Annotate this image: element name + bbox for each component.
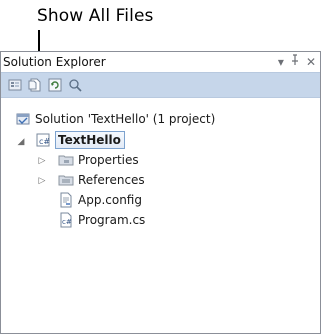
solution-tree: Solution 'TextHello' (1 project) ◢ c# Te… [1,102,320,333]
collapse-arrow-icon[interactable]: ◢ [16,137,26,147]
show-all-files-icon [28,78,41,92]
program-cs-label: Program.cs [78,213,146,227]
app-config-label: App.config [78,193,142,207]
tree-item-properties[interactable]: Properties [58,151,139,169]
properties-icon [8,79,22,91]
tree-item-app-config[interactable]: App.config [58,191,142,209]
solution-explorer-panel: Solution Explorer ▾ ✕ Solution 'TextHell… [0,51,321,334]
references-folder-icon [58,172,74,188]
panel-title-controls: ▾ ✕ [278,54,316,69]
solution-icon [15,111,31,127]
refresh-button[interactable] [47,77,63,93]
panel-toolbar [1,72,320,98]
properties-label: Properties [78,153,139,167]
dropdown-icon[interactable]: ▾ [278,55,284,69]
tree-item-solution[interactable]: Solution 'TextHello' (1 project) [15,110,215,128]
svg-text:c#: c# [39,137,50,146]
refresh-icon [48,78,62,92]
csharp-file-icon: c# [58,212,74,228]
project-label: TextHello [55,131,125,149]
references-label: References [78,173,145,187]
pin-icon[interactable] [290,54,300,69]
tree-item-references[interactable]: References [58,171,145,189]
expand-arrow-icon[interactable]: ▷ [37,156,47,166]
panel-title: Solution Explorer [3,55,106,69]
tree-item-program-cs[interactable]: c# Program.cs [58,211,145,229]
class-diagram-icon [69,79,82,92]
solution-label: Solution 'TextHello' (1 project) [35,112,216,126]
csharp-project-icon: c# [35,132,51,148]
screenshot-root: Show All Files Solution Explorer ▾ ✕ Sol… [0,0,322,334]
properties-button[interactable] [7,77,23,93]
expand-arrow-icon[interactable]: ▷ [37,176,47,186]
config-file-icon [58,192,74,208]
callout-label: Show All Files [37,6,154,26]
view-class-diagram-button[interactable] [67,77,83,93]
properties-folder-icon [58,152,74,168]
show-all-files-button[interactable] [27,77,43,93]
tree-item-project[interactable]: c# TextHello [35,131,125,149]
svg-text:c#: c# [62,218,72,226]
close-icon[interactable]: ✕ [306,55,316,69]
panel-titlebar: Solution Explorer ▾ ✕ [1,52,320,72]
